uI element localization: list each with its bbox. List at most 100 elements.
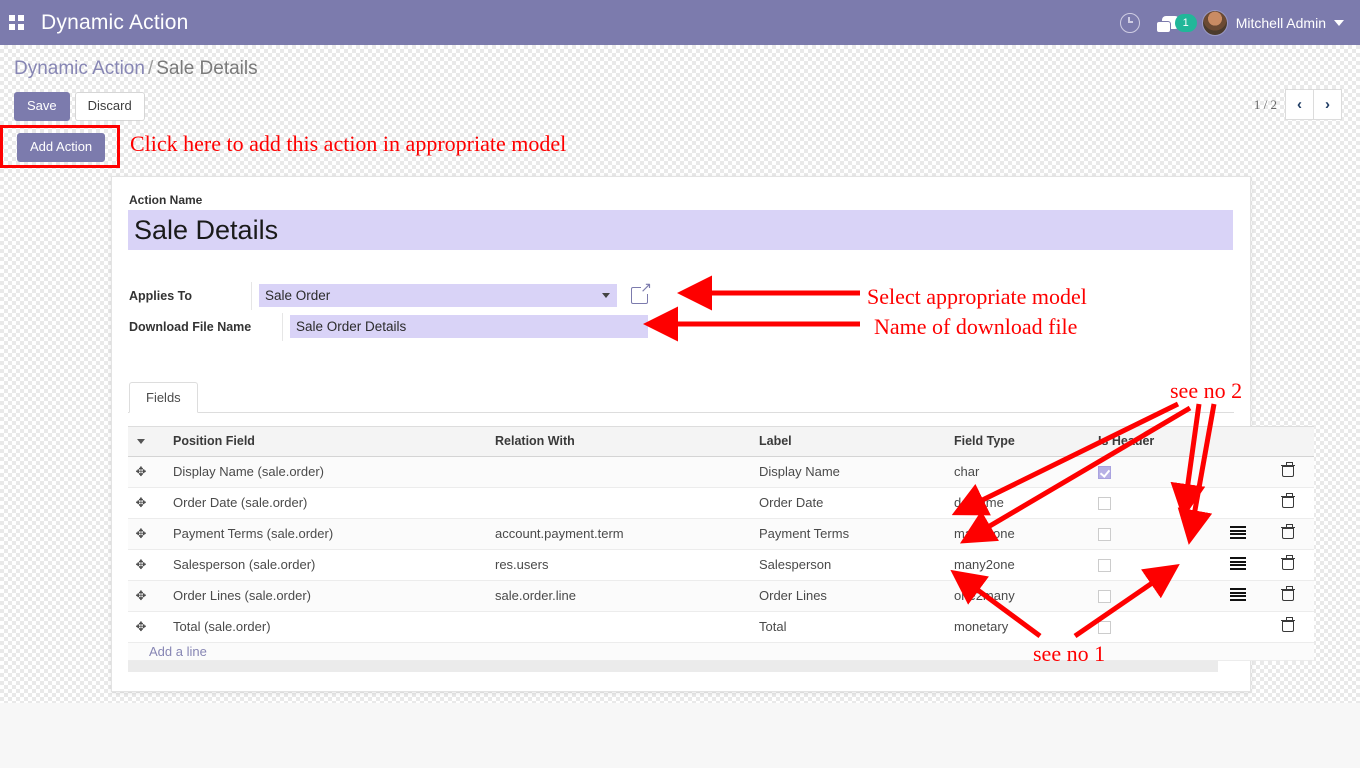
cell-relation-with[interactable]: [489, 611, 753, 643]
row-drag-handle-cell[interactable]: ✥: [128, 611, 167, 643]
cell-position-field[interactable]: Display Name (sale.order): [167, 456, 489, 488]
cell-field-type[interactable]: datetime: [948, 487, 1092, 519]
cell-label[interactable]: Payment Terms: [753, 518, 948, 550]
trash-icon[interactable]: [1281, 586, 1295, 601]
is-header-checkbox[interactable]: [1098, 590, 1111, 604]
column-sort-indicator[interactable]: [128, 426, 167, 457]
drag-handle-icon[interactable]: ✥: [134, 589, 148, 602]
add-a-line-row[interactable]: Add a line: [128, 642, 1314, 661]
breadcrumb-root[interactable]: Dynamic Action: [14, 58, 145, 79]
chevron-down-icon: [602, 293, 610, 298]
cell-position-field[interactable]: Order Lines (sale.order): [167, 580, 489, 612]
is-header-checkbox[interactable]: [1098, 497, 1111, 511]
cell-delete[interactable]: [1276, 456, 1314, 488]
is-header-checkbox[interactable]: [1098, 528, 1111, 542]
cell-is-header[interactable]: [1092, 549, 1224, 581]
column-position-field[interactable]: Position Field: [167, 426, 489, 457]
trash-icon[interactable]: [1281, 493, 1295, 508]
row-drag-handle-cell[interactable]: ✥: [128, 580, 167, 612]
table-row[interactable]: ✥ Display Name (sale.order) Display Name ch…: [128, 456, 1314, 488]
cell-label[interactable]: Total: [753, 611, 948, 643]
cell-relation-with[interactable]: [489, 456, 753, 488]
cell-is-header[interactable]: [1092, 487, 1224, 519]
cell-position-field[interactable]: Order Date (sale.order): [167, 487, 489, 519]
drag-handle-icon[interactable]: ✥: [134, 465, 148, 478]
list-lines-icon[interactable]: [1230, 557, 1246, 570]
trash-icon[interactable]: [1281, 524, 1295, 539]
cell-relation-with[interactable]: sale.order.line: [489, 580, 753, 612]
cell-field-type[interactable]: monetary: [948, 611, 1092, 643]
messaging-menu[interactable]: 1: [1151, 0, 1197, 45]
table-row[interactable]: ✥ Total (sale.order) Total monetary: [128, 611, 1314, 643]
column-label[interactable]: Label: [753, 426, 948, 457]
external-link-icon[interactable]: [631, 280, 652, 304]
cell-relation-with[interactable]: [489, 487, 753, 519]
is-header-checkbox[interactable]: [1098, 621, 1111, 635]
cell-is-header[interactable]: [1092, 611, 1224, 643]
cell-position-field[interactable]: Payment Terms (sale.order): [167, 518, 489, 550]
cell-field-type[interactable]: char: [948, 456, 1092, 488]
table-row[interactable]: ✥ Salesperson (sale.order) res.users Salesp…: [128, 549, 1314, 581]
column-relation-with[interactable]: Relation With: [489, 426, 753, 457]
table-row[interactable]: ✥ Payment Terms (sale.order) account.payme…: [128, 518, 1314, 550]
cell-field-type[interactable]: many2one: [948, 518, 1092, 550]
drag-handle-icon[interactable]: ✥: [134, 527, 148, 540]
row-drag-handle-cell[interactable]: ✥: [128, 518, 167, 550]
table-row[interactable]: ✥ Order Date (sale.order) Order Date dateti…: [128, 487, 1314, 519]
cell-label[interactable]: Display Name: [753, 456, 948, 488]
cell-position-field[interactable]: Salesperson (sale.order): [167, 549, 489, 581]
is-header-checkbox[interactable]: [1098, 559, 1111, 573]
is-header-checkbox[interactable]: [1098, 466, 1111, 480]
trash-icon[interactable]: [1281, 555, 1295, 570]
apps-grid-icon[interactable]: [9, 14, 25, 31]
activities-menu[interactable]: [1109, 0, 1151, 45]
applies-to-select[interactable]: Sale Order: [259, 284, 617, 307]
cell-delete[interactable]: [1276, 580, 1314, 612]
cell-is-header[interactable]: [1092, 518, 1224, 550]
trash-icon[interactable]: [1281, 462, 1295, 477]
cell-label[interactable]: Order Date: [753, 487, 948, 519]
cell-label[interactable]: Salesperson: [753, 549, 948, 581]
cell-delete[interactable]: [1276, 611, 1314, 643]
drag-handle-icon[interactable]: ✥: [134, 620, 148, 633]
cell-list-action[interactable]: [1224, 518, 1276, 550]
cell-relation-with[interactable]: account.payment.term: [489, 518, 753, 550]
pager-previous-button[interactable]: ‹: [1285, 89, 1314, 120]
column-field-type[interactable]: Field Type: [948, 426, 1092, 457]
pager-next-button[interactable]: ›: [1314, 89, 1342, 120]
cell-is-header[interactable]: [1092, 456, 1224, 488]
save-button[interactable]: Save: [14, 92, 70, 122]
navbar-right-tools: 1 Mitchell Admin: [1109, 0, 1360, 45]
cell-label[interactable]: Order Lines: [753, 580, 948, 612]
cell-is-header[interactable]: [1092, 580, 1224, 612]
add-action-button[interactable]: Add Action: [17, 133, 106, 163]
cell-delete[interactable]: [1276, 549, 1314, 581]
add-a-line-link[interactable]: Add a line: [129, 644, 207, 659]
user-menu[interactable]: Mitchell Admin: [1190, 0, 1348, 45]
action-name-input[interactable]: Sale Details: [128, 210, 1233, 250]
horizontal-scrollbar[interactable]: [128, 661, 1218, 672]
action-name-label: Action Name: [129, 193, 203, 207]
cell-relation-with[interactable]: res.users: [489, 549, 753, 581]
list-lines-icon[interactable]: [1230, 526, 1246, 539]
drag-handle-icon[interactable]: ✥: [134, 496, 148, 509]
tab-fields[interactable]: Fields: [129, 382, 198, 413]
trash-icon[interactable]: [1281, 617, 1295, 632]
row-drag-handle-cell[interactable]: ✥: [128, 549, 167, 581]
cell-field-type[interactable]: one2many: [948, 580, 1092, 612]
download-file-name-input[interactable]: Sale Order Details: [290, 315, 648, 338]
table-row[interactable]: ✥ Order Lines (sale.order) sale.order.line…: [128, 580, 1314, 612]
cell-list-action[interactable]: [1224, 580, 1276, 612]
cell-delete[interactable]: [1276, 518, 1314, 550]
row-drag-handle-cell[interactable]: ✥: [128, 487, 167, 519]
list-lines-icon[interactable]: [1230, 588, 1246, 601]
cell-field-type[interactable]: many2one: [948, 549, 1092, 581]
applies-to-row: Applies To Sale Order: [128, 280, 652, 310]
cell-position-field[interactable]: Total (sale.order): [167, 611, 489, 643]
cell-list-action[interactable]: [1224, 549, 1276, 581]
discard-button[interactable]: Discard: [74, 92, 145, 122]
cell-delete[interactable]: [1276, 487, 1314, 519]
drag-handle-icon[interactable]: ✥: [134, 558, 148, 571]
column-is-header[interactable]: Is Header: [1092, 426, 1224, 457]
row-drag-handle-cell[interactable]: ✥: [128, 456, 167, 488]
